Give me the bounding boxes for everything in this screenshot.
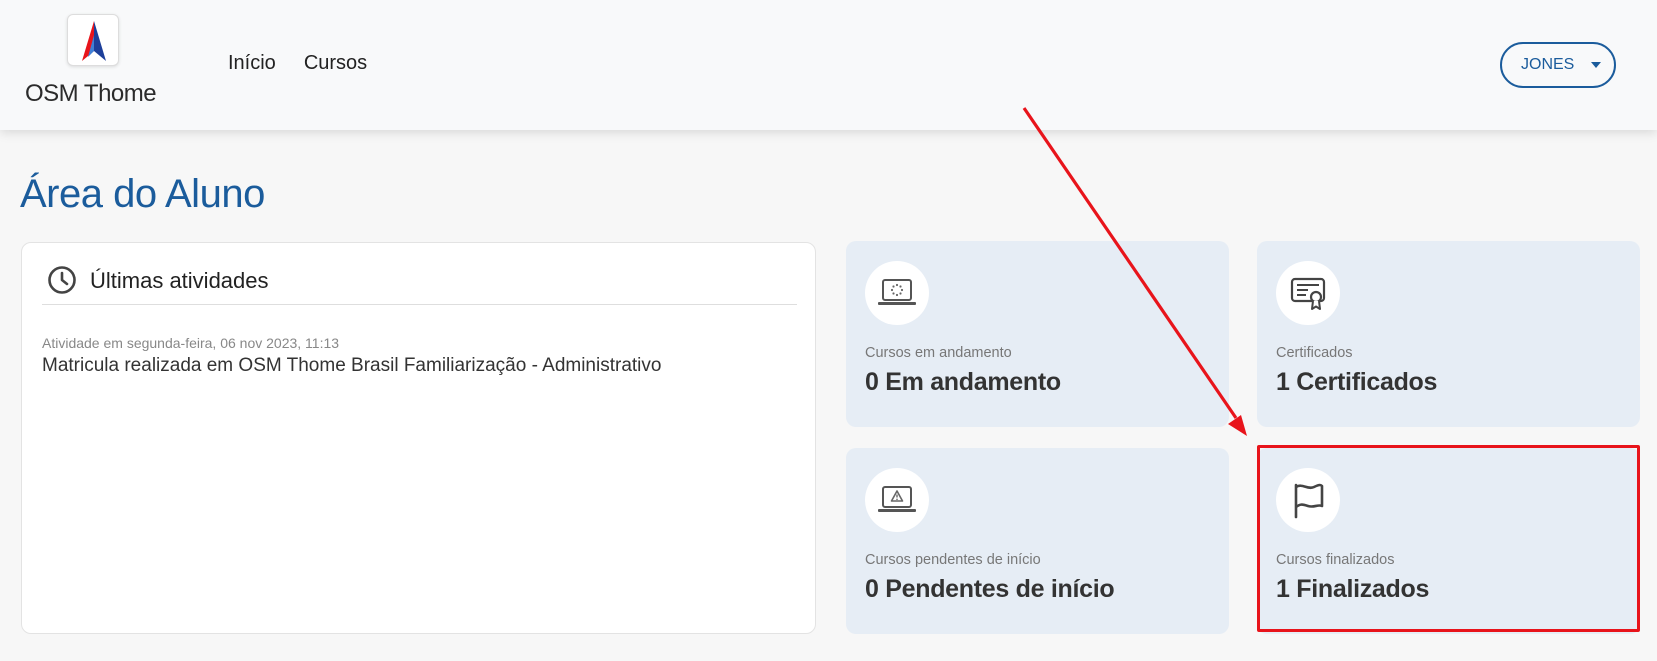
card-label: Certificados [1276,345,1353,361]
top-navbar: OSM Thome Início Cursos JONES [0,0,1657,130]
activity-timestamp: Atividade em segunda-feira, 06 nov 2023,… [42,335,340,351]
brand-logo[interactable]: OSM Thome [25,14,165,110]
activities-title: Últimas atividades [90,268,269,293]
card-courses-pending[interactable]: Cursos pendentes de início 0 Pendentes d… [846,448,1229,634]
nav-item-inicio[interactable]: Início [228,52,276,75]
logo-mark-icon [67,14,119,66]
laptop-loading-icon [865,261,929,325]
brand-name: OSM Thome [25,80,157,107]
main-nav: Início Cursos [228,52,367,75]
card-courses-finished[interactable]: Cursos finalizados 1 Finalizados [1257,448,1640,634]
clock-icon [48,266,76,294]
card-value: 1 Certificados [1276,368,1438,396]
card-courses-in-progress[interactable]: Cursos em andamento 0 Em andamento [846,241,1229,427]
page-title: Área do Aluno [20,172,265,216]
user-name: JONES [1521,56,1575,73]
card-value: 0 Pendentes de início [865,575,1115,603]
recent-activities-panel: Últimas atividades Atividade em segunda-… [21,242,816,634]
laptop-warning-icon [865,468,929,532]
certificate-icon [1276,261,1340,325]
activity-text[interactable]: Matricula realizada em OSM Thome Brasil … [42,355,661,377]
caret-down-icon [1591,62,1601,68]
user-menu-button[interactable]: JONES [1500,42,1616,88]
card-label: Cursos finalizados [1276,552,1395,568]
card-label: Cursos em andamento [865,345,1012,361]
activities-header: Últimas atividades [42,265,797,305]
card-value: 0 Em andamento [865,368,1061,396]
flag-icon [1276,468,1340,532]
nav-item-cursos[interactable]: Cursos [304,52,367,75]
card-value: 1 Finalizados [1276,575,1430,603]
card-label: Cursos pendentes de início [865,552,1041,568]
card-certificates[interactable]: Certificados 1 Certificados [1257,241,1640,427]
